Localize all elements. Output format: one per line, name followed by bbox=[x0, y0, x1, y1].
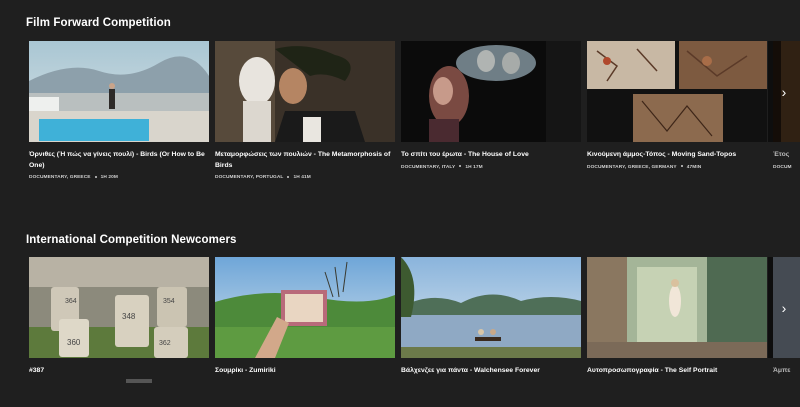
film-thumbnail[interactable] bbox=[401, 257, 581, 358]
carousel-next-button[interactable]: › bbox=[768, 41, 800, 142]
carousel-next-button[interactable]: › bbox=[768, 257, 800, 358]
film-thumbnail[interactable] bbox=[587, 257, 767, 358]
film-genre: DOCUMENTARY, ITALY bbox=[401, 164, 456, 170]
film-card[interactable]: Αυτοπροσωπογραφία - The Self Portrait bbox=[587, 257, 767, 377]
section-title-newcomers: International Competition Newcomers bbox=[26, 234, 237, 246]
grave-number-5: 362 bbox=[159, 340, 171, 347]
film-card[interactable]: Σουμρίκι - Zumiriki bbox=[215, 257, 395, 377]
chevron-right-icon: › bbox=[781, 299, 787, 316]
film-title[interactable]: Αυτοπροσωπογραφία - The Self Portrait bbox=[587, 366, 767, 377]
film-meta: DOCUMENTARY, PORTUGAL 1H 41M bbox=[215, 175, 395, 180]
film-title[interactable]: Το σπίτι του έρωτα - The House of Love bbox=[401, 150, 581, 161]
separator-dot-icon bbox=[680, 165, 683, 168]
film-thumbnail[interactable] bbox=[215, 41, 395, 142]
chevron-right-icon: › bbox=[781, 83, 787, 100]
film-title[interactable]: #387 bbox=[29, 366, 209, 377]
film-card[interactable]: Κινούμενη άμμος-Τόπος - Moving Sand-Topo… bbox=[587, 41, 767, 170]
film-meta: DOCUMENTARY, ITALY 1H 17M bbox=[401, 165, 581, 170]
film-title[interactable]: Άμπε bbox=[773, 366, 800, 377]
film-title[interactable]: Βάλχενζεε για πάντα - Walchensee Forever bbox=[401, 366, 581, 377]
film-genre: DOCUMENTARY, PORTUGAL bbox=[215, 175, 284, 180]
film-title[interactable]: Μεταμορφώσεις των πουλιών - The Metamorp… bbox=[215, 150, 395, 171]
film-thumbnail[interactable] bbox=[401, 41, 581, 142]
separator-dot-icon bbox=[287, 175, 290, 178]
carousel-film-forward: Όρνιθες (Ή πώς να γίνεις πουλί) - Birds … bbox=[0, 41, 800, 191]
film-title[interactable]: Σουμρίκι - Zumiriki bbox=[215, 366, 395, 377]
film-duration: 1H 20M bbox=[100, 175, 119, 180]
film-title[interactable]: Έτος bbox=[773, 150, 800, 161]
film-meta: DOCUMENTARY, GREECE 1H 20M bbox=[29, 175, 209, 180]
grave-number-3: 360 bbox=[67, 338, 81, 347]
horizontal-scrollbar[interactable] bbox=[126, 379, 152, 383]
film-thumbnail[interactable] bbox=[29, 41, 209, 142]
film-meta: DOCUMENTARY, GREECE, GERMANY 47MIN bbox=[587, 165, 767, 170]
film-thumbnail[interactable] bbox=[215, 257, 395, 358]
film-card[interactable]: Όρνιθες (Ή πώς να γίνεις πουλί) - Birds … bbox=[29, 41, 209, 180]
film-genre: DOCUMENTARY, GREECE bbox=[29, 175, 91, 180]
film-genre: DOCUMENTARY, GREECE, GERMANY bbox=[587, 164, 677, 170]
grave-number-4: 354 bbox=[163, 298, 175, 305]
film-thumbnail[interactable]: 364 348 360 354 362 bbox=[29, 257, 209, 358]
film-meta: DOCUM bbox=[773, 165, 800, 170]
grave-number-2: 348 bbox=[122, 312, 136, 321]
film-card[interactable]: Μεταμορφώσεις των πουλιών - The Metamorp… bbox=[215, 41, 395, 180]
film-thumbnail[interactable] bbox=[587, 41, 767, 142]
film-card[interactable]: Το σπίτι του έρωτα - The House of Love D… bbox=[401, 41, 581, 170]
film-duration: 1H 17M bbox=[465, 164, 483, 170]
film-title[interactable]: Κινούμενη άμμος-Τόπος - Moving Sand-Topo… bbox=[587, 150, 767, 161]
film-card[interactable]: 364 348 360 354 362 #387 bbox=[29, 257, 209, 377]
carousel-newcomers: 364 348 360 354 362 #387 Σουμρίκι - Zumi… bbox=[0, 257, 800, 407]
separator-dot-icon bbox=[459, 165, 462, 168]
film-duration: 1H 41M bbox=[293, 175, 311, 180]
film-title[interactable]: Όρνιθες (Ή πώς να γίνεις πουλί) - Birds … bbox=[29, 150, 209, 171]
film-genre: DOCUM bbox=[773, 164, 792, 170]
separator-dot-icon bbox=[94, 175, 97, 178]
section-title-film-forward: Film Forward Competition bbox=[26, 17, 171, 29]
film-duration: 47MIN bbox=[686, 164, 702, 170]
grave-number-1: 364 bbox=[65, 298, 77, 305]
film-card[interactable]: Βάλχενζεε για πάντα - Walchensee Forever bbox=[401, 257, 581, 377]
